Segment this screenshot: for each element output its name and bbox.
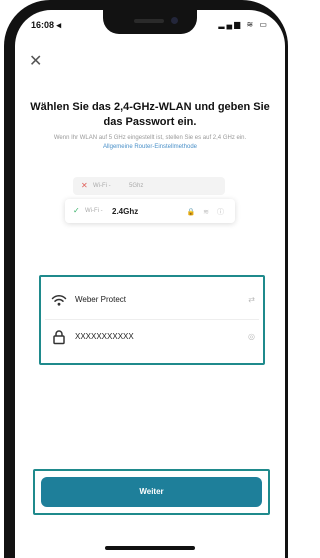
- cross-icon: ✕: [81, 181, 88, 190]
- home-indicator: [105, 546, 195, 550]
- password-field[interactable]: XXXXXXXXXXX ◎: [45, 320, 259, 356]
- show-password-icon[interactable]: ◎: [248, 332, 255, 341]
- illustration-wifi-label: Wi-Fi -: [93, 183, 111, 189]
- status-time: 16:08 ◂: [31, 20, 62, 30]
- next-button[interactable]: Weiter: [41, 477, 262, 507]
- subtitle-text: Wenn Ihr WLAN auf 5 GHz eingestellt ist,…: [53, 135, 247, 141]
- check-icon: ✓: [73, 206, 80, 215]
- phone-frame: 16:08 ◂ ▂▄▆ ≋ ▭ ✕ Wählen Sie das 2,4-GHz…: [4, 0, 288, 558]
- app-screen: 16:08 ◂ ▂▄▆ ≋ ▭ ✕ Wählen Sie das 2,4-GHz…: [15, 10, 285, 558]
- close-icon[interactable]: ✕: [29, 54, 42, 70]
- wifi-illustration: ✕ Wi-Fi - 5Ghz ✓ Wi-Fi - 2.4Ghz 🔒 ≋ ⓘ: [65, 175, 235, 235]
- front-camera: [171, 17, 178, 24]
- illustration-wifi-label: Wi-Fi -: [85, 208, 103, 214]
- illustration-freq-24ghz: 2.4Ghz: [112, 207, 139, 216]
- illustration-network-icons: 🔒 ≋ ⓘ: [186, 209, 227, 216]
- page-title: Wählen Sie das 2,4-GHz-WLAN und geben Si…: [30, 101, 270, 128]
- router-settings-link[interactable]: Allgemeine Router-Einstellmethode: [103, 144, 197, 150]
- wifi-icon: [51, 292, 67, 308]
- notch: [103, 10, 197, 34]
- illustration-freq-5ghz: 5Ghz: [129, 183, 144, 189]
- wifi-name-field[interactable]: Weber Protect ⇄: [45, 283, 259, 319]
- wifi-credentials-box: Weber Protect ⇄ XXXXXXXXXXX ◎: [39, 275, 265, 365]
- page-subtitle: Wenn Ihr WLAN auf 5 GHz eingestellt ist,…: [40, 134, 260, 151]
- next-button-highlight: Weiter: [33, 469, 270, 515]
- status-icons: ▂▄▆ ≋ ▭: [218, 20, 269, 29]
- wifi-name-value: Weber Protect: [75, 295, 126, 304]
- speaker: [134, 19, 164, 23]
- illustration-row-5ghz: ✕ Wi-Fi - 5Ghz: [73, 177, 225, 195]
- lock-icon: [51, 329, 67, 345]
- password-value: XXXXXXXXXXX: [75, 332, 134, 341]
- illustration-row-24ghz: ✓ Wi-Fi - 2.4Ghz 🔒 ≋ ⓘ: [65, 199, 235, 223]
- switch-network-icon[interactable]: ⇄: [248, 295, 255, 304]
